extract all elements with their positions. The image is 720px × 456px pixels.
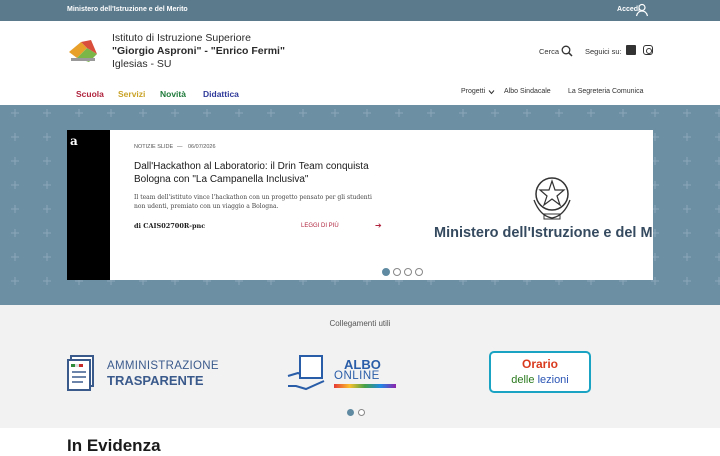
useful-links-dot[interactable] [358,409,365,416]
slide-title[interactable]: Dall'Hackathon al Laboratorio: il Drin T… [134,160,384,186]
ministry-link[interactable]: Ministero dell'Istruzione e del Merito [67,6,188,13]
slide-description: Il team dell'istituto vince l'hackathon … [134,194,372,210]
slide-meta: NOTIZIE SLIDE — 06/07/2026 [134,144,216,150]
useful-links-dot[interactable] [347,409,354,416]
school-logo-icon[interactable] [67,38,100,64]
arrow-right-icon[interactable]: ➔ [375,221,382,230]
nav-albo-sindacale[interactable]: Albo Sindacale [504,88,551,95]
nav-segreteria[interactable]: La Segreteria Comunica [568,88,644,95]
read-more-link[interactable]: LEGGI DI PIÙ [301,223,339,229]
albo-rainbow-bar [334,384,396,388]
delle-text: delle [511,374,535,386]
slide-author: di CAIS02700R-pnc [134,222,206,230]
chevron-down-icon[interactable] [488,89,495,95]
instagram-icon[interactable] [643,45,653,55]
nav-didattica[interactable]: Didattica [203,89,239,99]
useful-links-title: Collegamenti utili [329,319,391,328]
thumbnail-letter: a [70,134,78,148]
school-name-line1: Istituto di Istruzione Superiore [112,32,251,44]
facebook-icon[interactable] [626,45,636,55]
carousel-dot[interactable] [404,268,412,276]
nav-novita[interactable]: Novità [160,89,186,99]
nav-progetti[interactable]: Progetti [461,88,485,95]
slide-thumbnail: a [67,130,110,280]
italy-emblem-icon [533,177,571,220]
trasparente-text[interactable]: TRASPARENTE [107,373,204,388]
follow-label: Seguici su: [585,47,622,56]
online-text[interactable]: ONLINE [334,370,380,382]
school-name[interactable]: Istituto di Istruzione Superiore "Giorgi… [112,32,285,71]
slide-category[interactable]: NOTIZIE SLIDE [134,144,173,150]
search-label[interactable]: Cerca [539,47,559,56]
orario-text: Orario [521,357,558,371]
albo-online-icon[interactable] [286,352,330,392]
carousel-dot[interactable] [382,268,390,276]
search-icon[interactable] [561,45,573,57]
lezioni-text: lezioni [537,374,569,386]
slide-date: 06/07/2026 [188,144,216,150]
transparency-icon[interactable] [67,352,105,394]
in-evidenza-heading: In Evidenza [67,436,161,455]
ministry-logo-text: Ministero dell'Istruzione e del Merito [434,225,653,241]
nav-servizi[interactable]: Servizi [118,89,145,99]
amministrazione-text[interactable]: AMMINISTRAZIONE [107,360,219,372]
meta-separator: — [177,144,183,150]
user-icon[interactable] [635,3,649,17]
top-bar: Ministero dell'Istruzione e del Merito A… [0,0,720,21]
orario-lezioni-button[interactable]: Orario delle lezioni [489,351,591,393]
school-name-line3: Iglesias - SU [112,58,172,70]
carousel-dot[interactable] [393,268,401,276]
school-name-line2: "Giorgio Asproni" - "Enrico Fermi" [112,45,285,57]
carousel-dot[interactable] [415,268,423,276]
nav-scuola[interactable]: Scuola [76,89,104,99]
